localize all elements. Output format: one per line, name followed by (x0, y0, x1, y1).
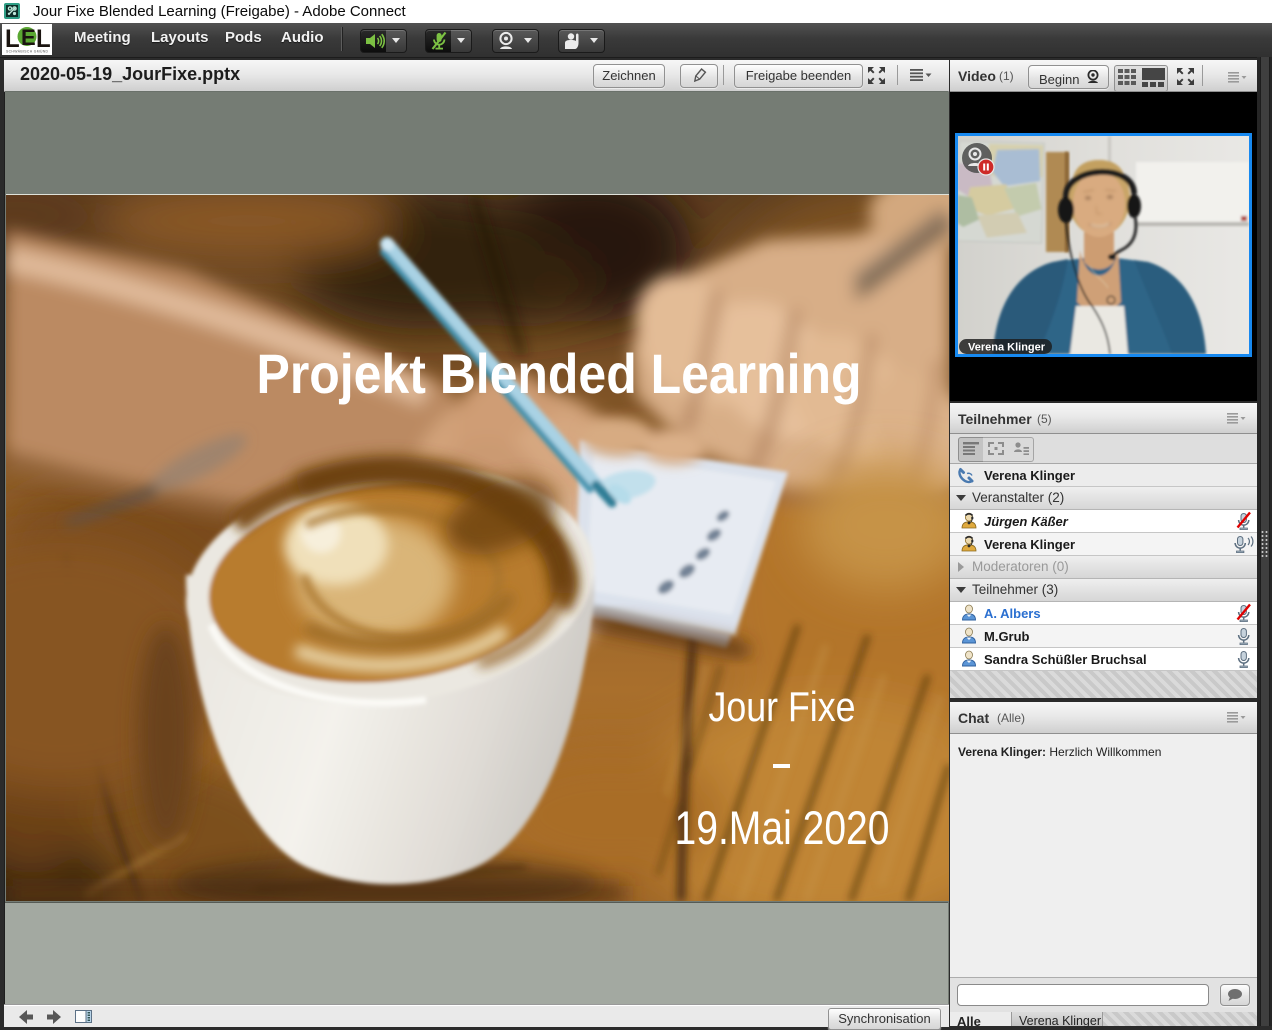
svg-text:Verena Klinger: Verena Klinger (968, 342, 1046, 354)
svg-text:Jour Fixe: Jour Fixe (709, 683, 856, 730)
svg-text:E: E (21, 25, 36, 50)
svg-text:Projekt Blended Learning: Projekt Blended Learning (257, 342, 862, 405)
svg-text:SCHWÄBISCH GMÜND: SCHWÄBISCH GMÜND (6, 50, 49, 54)
svg-text:19.Mai 2020: 19.Mai 2020 (675, 801, 890, 854)
